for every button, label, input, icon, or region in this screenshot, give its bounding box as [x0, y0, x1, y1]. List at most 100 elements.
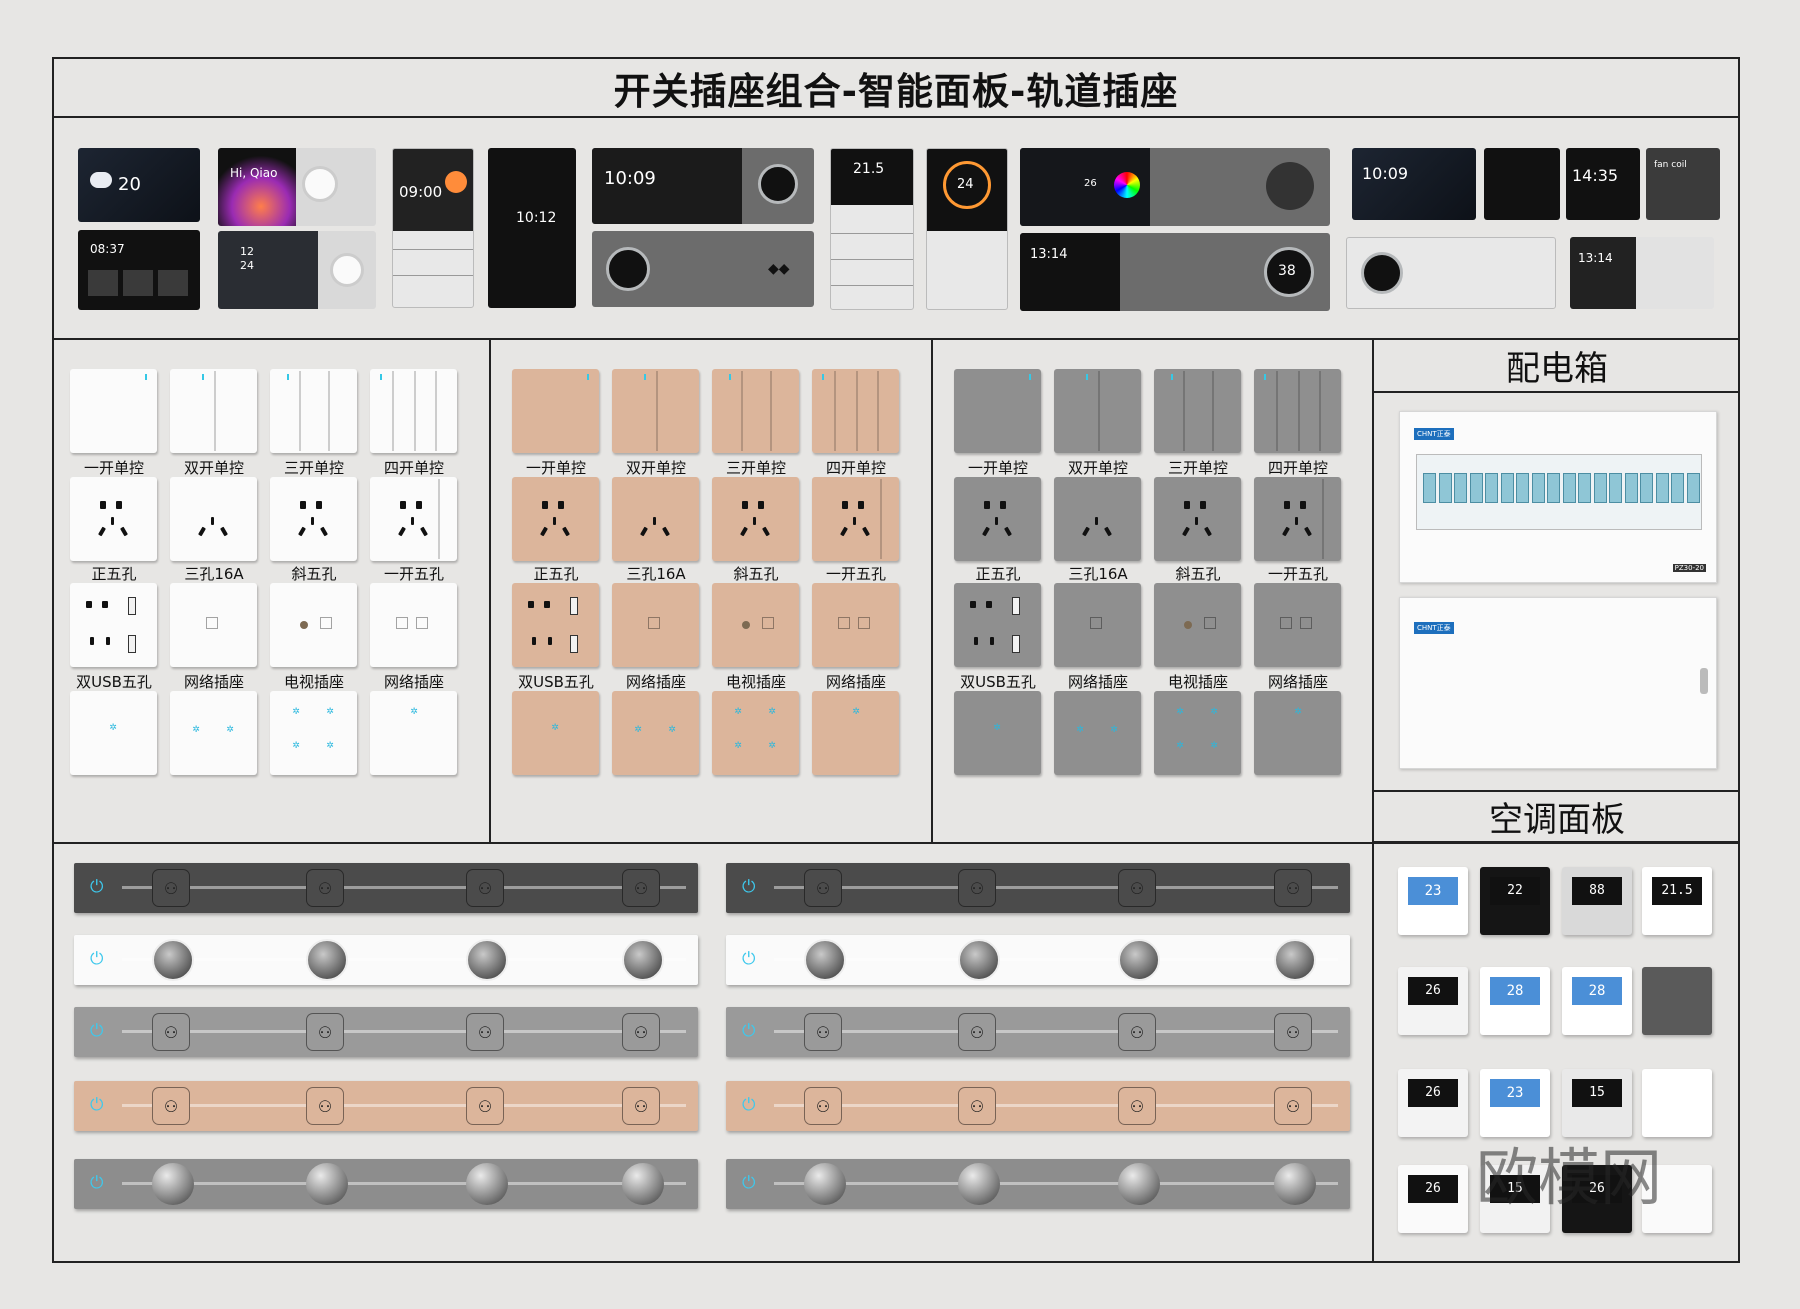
switch-panel	[1154, 477, 1241, 561]
ac-display: 26	[1408, 1175, 1458, 1203]
rocker-divider	[438, 479, 440, 559]
circuit-breaker	[1671, 473, 1684, 503]
switch-panel	[370, 583, 457, 667]
panel-time: 13:14	[1578, 251, 1613, 265]
socket-hole	[298, 526, 306, 537]
socket-hole	[411, 517, 414, 525]
rocker-divider	[392, 371, 394, 451]
switch-panel	[812, 477, 899, 561]
circuit-breaker	[1686, 473, 1700, 503]
switch-label: 双USB五孔	[518, 673, 594, 691]
divider	[931, 338, 933, 842]
track-socket: ⚇	[804, 1013, 842, 1051]
circuit-breaker	[1578, 473, 1591, 503]
indicator-led	[287, 374, 289, 380]
rail-line	[774, 958, 1338, 961]
ac-display: 26	[1408, 1079, 1458, 1107]
brand-logo: CHNT正泰	[1414, 622, 1454, 634]
knob-socket	[306, 1163, 348, 1205]
switch-panel	[270, 477, 357, 561]
switch-panel	[370, 477, 457, 561]
power-icon: ⏻	[90, 1021, 104, 1041]
scene-button: ✲	[1210, 741, 1218, 751]
network-port	[396, 617, 408, 629]
circuit-breaker	[1609, 473, 1622, 503]
switch-panel	[512, 583, 599, 667]
panel-time: 13:14	[1030, 247, 1068, 262]
smart-panel-tabs: 13:14 38	[1020, 233, 1330, 311]
socket-hole	[311, 517, 314, 525]
socket-hole	[300, 501, 306, 509]
socket-hole	[982, 526, 990, 537]
circuit-breaker	[1500, 473, 1514, 503]
knob	[758, 164, 798, 204]
socket-hole	[400, 501, 406, 509]
switch-label: 一开单控	[83, 459, 144, 477]
scene-button: ✲	[292, 741, 300, 751]
switch-panel	[1054, 477, 1141, 561]
socket-hole	[542, 501, 548, 509]
smart-panel-clock: 12 24	[218, 231, 376, 309]
indicator-led	[380, 374, 382, 380]
color-wheel-icon	[1114, 172, 1140, 198]
socket-hole	[1282, 526, 1290, 537]
ac-thermostat: 28	[1480, 967, 1550, 1035]
rocker-divider	[1298, 371, 1300, 451]
socket-hole	[544, 601, 550, 608]
ac-thermostat: 22	[1480, 867, 1550, 935]
switch-panel	[512, 477, 599, 561]
rail-line	[122, 958, 686, 961]
socket-hole	[1082, 526, 1090, 537]
usb-port	[128, 635, 136, 653]
rocker-divider	[1098, 371, 1100, 451]
socket-hole	[1204, 526, 1212, 537]
round-socket	[1118, 939, 1160, 981]
panel-temp: 24	[957, 177, 974, 192]
network-port	[206, 617, 218, 629]
switch-panel	[370, 369, 457, 453]
rail-line	[122, 1030, 686, 1033]
socket-hole	[1304, 526, 1312, 537]
circuit-breaker	[1547, 473, 1560, 503]
switch-label: 网络插座	[1267, 673, 1328, 691]
switch-panel	[70, 477, 157, 561]
socket-hole	[858, 501, 864, 509]
track-socket: ⚇	[466, 1013, 504, 1051]
switch-panel: ✲	[70, 691, 157, 775]
breaker-rail	[1416, 454, 1702, 530]
ac-display: 28	[1490, 977, 1540, 1005]
switch-panel: ✲ ✲ ✲ ✲	[712, 691, 799, 775]
socket-hole	[548, 637, 552, 645]
smart-panel-white-screen: 13:14	[1570, 237, 1714, 309]
rocker-divider	[1322, 479, 1324, 559]
network-port	[416, 617, 428, 629]
switch-panel: ✲	[512, 691, 599, 775]
socket-hole	[974, 637, 978, 645]
panel-greeting: Hi, Qiao	[230, 166, 278, 180]
scene-button: ✲	[668, 725, 676, 735]
indicator-led	[1029, 374, 1031, 380]
track-socket: ⚇	[804, 869, 842, 907]
smart-panel-clock-2: 14:35	[1566, 148, 1640, 220]
indicator-led	[145, 374, 147, 380]
ac-thermostat: 26	[1398, 1165, 1468, 1233]
circuit-breaker	[1516, 473, 1529, 503]
track-socket: ⚇	[1118, 869, 1156, 907]
ac-panel-heading: 空调面板	[1489, 800, 1625, 840]
round-socket	[622, 939, 664, 981]
scene-button: ✲	[551, 723, 559, 733]
power-icon: ⏻	[742, 949, 756, 969]
switch-panel	[1254, 583, 1341, 667]
socket-hole	[562, 526, 570, 537]
divider	[1372, 841, 1740, 843]
rail-line	[774, 1104, 1338, 1107]
panel-temp: 26	[1084, 178, 1097, 189]
switch-panel	[954, 369, 1041, 453]
network-port	[1300, 617, 1312, 629]
panel-time: 12	[240, 245, 254, 258]
socket-hole	[116, 501, 122, 509]
rocker-divider	[877, 371, 879, 451]
socket-hole	[90, 637, 94, 645]
power-icon: ⏻	[742, 877, 756, 897]
round-socket	[958, 939, 1000, 981]
